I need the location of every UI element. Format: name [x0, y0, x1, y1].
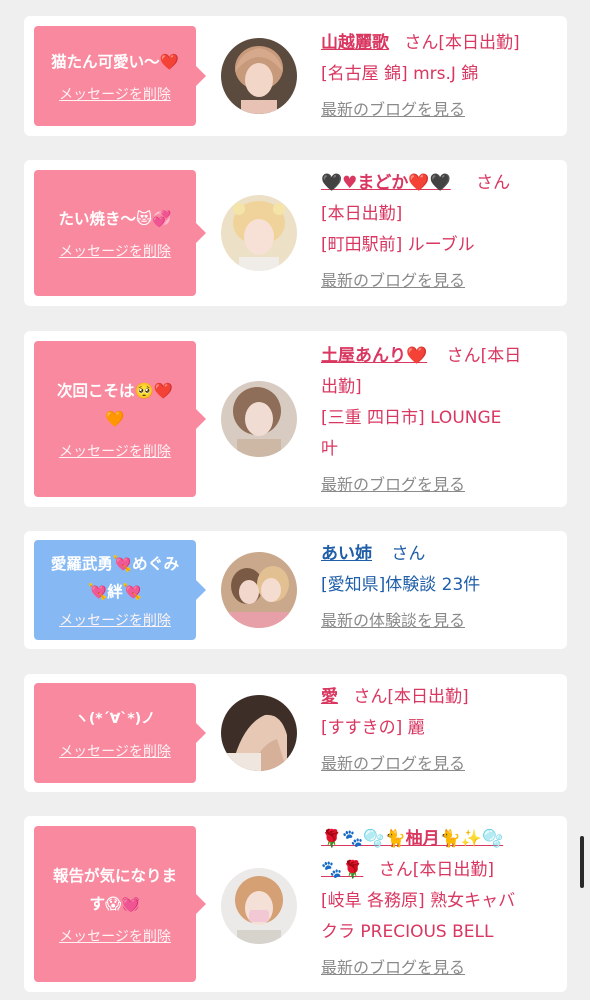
message-card: 愛羅武勇💘めぐみ 💘絆💘 メッセージを削除 あい姉 さん [愛知県]体験談 23…: [24, 531, 567, 649]
cast-shop: [三重 四日市] LOUNGE: [321, 408, 502, 428]
cast-shop: [岐阜 各務原] 熟女キャバ: [321, 891, 516, 911]
cast-avatar[interactable]: [221, 195, 297, 271]
message-text: 次回こそは🥺❤️: [56, 382, 174, 400]
cast-name-suffix: さん[本日出勤]: [353, 687, 469, 707]
cast-name-link[interactable]: 愛: [321, 687, 338, 707]
avatar-photo-icon: [221, 195, 297, 271]
message-text: ヽ(*´∀`*)ノ: [74, 711, 156, 727]
message-text: 愛羅武勇💘めぐみ: [50, 555, 180, 573]
message-bubble: 次回こそは🥺❤️ 🧡 メッセージを削除: [34, 341, 206, 497]
message-text: 🧡: [105, 410, 125, 428]
cast-shop: [町田駅前] ルーブル: [321, 235, 475, 255]
cast-info: 🌹🐾🫧🐈柚月🐈✨🫧 🐾🌹 さん[本日出勤] [岐阜 各務原] 熟女キャバ クラ …: [321, 824, 557, 984]
avatar-photo-icon: [221, 38, 297, 114]
cast-name-link[interactable]: 山越麗歌: [321, 33, 389, 53]
cast-name-link-cont[interactable]: 🐾🌹: [321, 860, 363, 880]
cast-info: 愛 さん[本日出勤] [すすきの] 麗 最新のブログを見る: [321, 682, 557, 780]
cast-name-suffix: さん[本日出勤]: [378, 860, 495, 880]
cast-avatar[interactable]: [221, 695, 297, 771]
message-bubble: 報告が気になりま す😱💓 メッセージを削除: [34, 826, 206, 982]
avatar-photo-icon: [221, 381, 297, 457]
message-bubble: 愛羅武勇💘めぐみ 💘絆💘 メッセージを削除: [34, 540, 206, 640]
latest-review-link[interactable]: 最新の体験談を見る: [321, 611, 465, 630]
message-card: 次回こそは🥺❤️ 🧡 メッセージを削除 土屋あんり❤️ さん[本日 出勤] [三…: [24, 331, 567, 507]
message-card: 報告が気になりま す😱💓 メッセージを削除 🌹🐾🫧🐈柚月🐈✨🫧 🐾🌹 さん[本日…: [24, 816, 567, 992]
message-card: たい焼き〜😻💞 メッセージを削除 🖤♥まどか❤️🖤 さん [本日出勤] [町田駅…: [24, 160, 567, 306]
delete-message-link[interactable]: メッセージを削除: [59, 241, 171, 261]
cast-info: あい姉 さん [愛知県]体験談 23件 最新の体験談を見る: [321, 539, 557, 637]
avatar-photo-icon: [221, 552, 297, 628]
scrollbar-thumb[interactable]: [580, 836, 584, 888]
cast-info: 山越麗歌 さん[本日出勤] [名古屋 錦] mrs.J 錦 最新のブログを見る: [321, 28, 557, 126]
avatar-photo-icon: [221, 868, 297, 944]
cast-name-link[interactable]: 土屋あんり❤️: [321, 346, 427, 366]
cast-name-link[interactable]: あい姉: [321, 544, 372, 564]
delete-message-link[interactable]: メッセージを削除: [59, 84, 171, 104]
cast-shop: [名古屋 錦] mrs.J 錦: [321, 64, 479, 84]
cast-name-suffix: さん: [476, 173, 511, 193]
message-text: す😱💓: [89, 895, 141, 913]
message-bubble: 猫たん可愛い〜❤️ メッセージを削除: [34, 26, 206, 126]
avatar-photo-icon: [221, 695, 297, 771]
delete-message-link[interactable]: メッセージを削除: [59, 741, 171, 761]
cast-name-link[interactable]: 🌹🐾🫧🐈柚月🐈✨🫧: [321, 829, 503, 849]
cast-avatar[interactable]: [221, 552, 297, 628]
message-text: 報告が気になりま: [52, 867, 177, 885]
latest-blog-link[interactable]: 最新のブログを見る: [321, 754, 465, 773]
message-text: 💘絆💘: [87, 583, 143, 601]
message-card: ヽ(*´∀`*)ノ メッセージを削除 愛 さん[本日出勤] [すすきの] 麗 最…: [24, 674, 567, 792]
message-text: たい焼き〜😻💞: [58, 210, 172, 228]
cast-shop-cont: 叶: [321, 439, 338, 459]
cast-avatar[interactable]: [221, 38, 297, 114]
cast-area-review-count: [愛知県]体験談 23件: [321, 575, 481, 595]
latest-blog-link[interactable]: 最新のブログを見る: [321, 475, 465, 494]
cast-name-suffix: さん[本日出勤]: [404, 33, 520, 53]
latest-blog-link[interactable]: 最新のブログを見る: [321, 271, 465, 290]
latest-blog-link[interactable]: 最新のブログを見る: [321, 100, 465, 119]
message-bubble: ヽ(*´∀`*)ノ メッセージを削除: [34, 683, 206, 783]
delete-message-link[interactable]: メッセージを削除: [59, 610, 171, 630]
message-text: 猫たん可愛い〜❤️: [51, 53, 179, 71]
delete-message-link[interactable]: メッセージを削除: [59, 441, 171, 461]
cast-avatar[interactable]: [221, 868, 297, 944]
message-card: 猫たん可愛い〜❤️ メッセージを削除 山越麗歌 さん[本日出勤] [名古屋 錦]…: [24, 16, 567, 136]
cast-name-suffix: さん: [391, 544, 426, 564]
cast-info: 土屋あんり❤️ さん[本日 出勤] [三重 四日市] LOUNGE 叶 最新のブ…: [321, 341, 557, 501]
cast-avatar[interactable]: [221, 381, 297, 457]
cast-name-suffix: さん[本日: [446, 346, 522, 366]
latest-blog-link[interactable]: 最新のブログを見る: [321, 958, 465, 977]
cast-status: [本日出勤]: [321, 204, 403, 224]
delete-message-link[interactable]: メッセージを削除: [59, 926, 171, 946]
cast-name-link[interactable]: 🖤♥まどか❤️🖤: [321, 173, 451, 193]
cast-info: 🖤♥まどか❤️🖤 さん [本日出勤] [町田駅前] ルーブル 最新のブログを見る: [321, 168, 557, 297]
cast-status: 出勤]: [321, 377, 362, 397]
message-bubble: たい焼き〜😻💞 メッセージを削除: [34, 170, 206, 296]
cast-shop-cont: クラ PRECIOUS BELL: [321, 922, 494, 942]
cast-shop: [すすきの] 麗: [321, 718, 425, 738]
